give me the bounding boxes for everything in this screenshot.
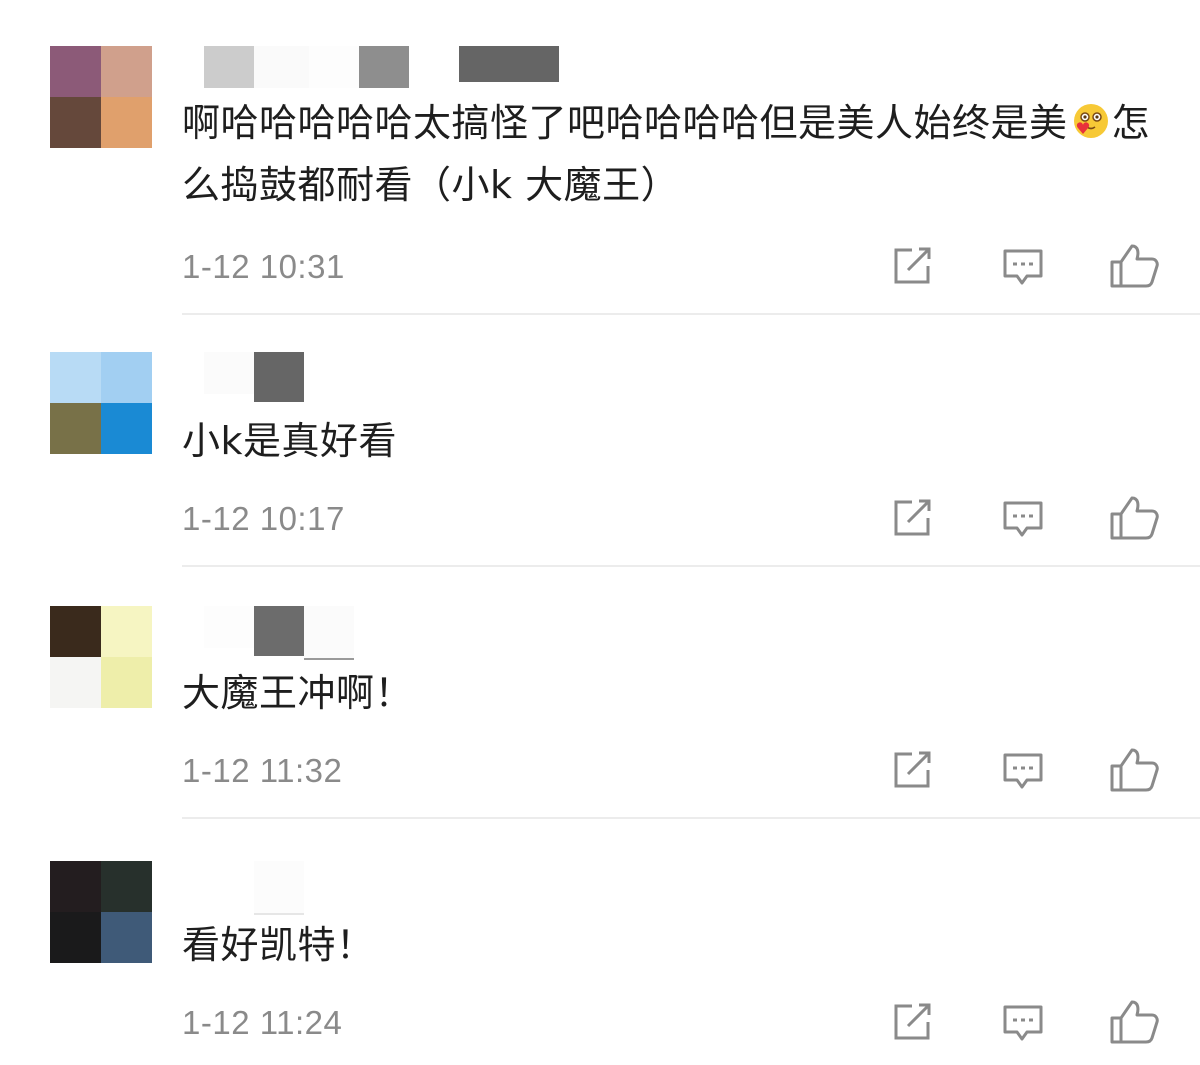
comment-text: 啊哈哈哈哈哈太搞怪了吧哈哈哈哈但是美人始终是美 怎么捣鼓都耐看（小k 大魔王） <box>182 92 1172 216</box>
comment-text-part: 啊哈哈哈哈哈太搞怪了吧哈哈哈哈但是美人始终是美 <box>182 101 1068 145</box>
comment-time: 1-12 11:32 <box>182 752 343 789</box>
avatar-tile <box>101 912 152 963</box>
comment-icon <box>1003 249 1043 285</box>
comment-actions <box>885 746 1175 794</box>
comment-time: 1-12 11:24 <box>182 1004 343 1041</box>
like-button[interactable] <box>1108 242 1163 292</box>
avatar-tile <box>50 861 101 912</box>
comment-actions <box>885 998 1175 1046</box>
comment-actions <box>885 242 1175 290</box>
comment-list: 啊哈哈哈哈哈太搞怪了吧哈哈哈哈但是美人始终是美 怎么捣鼓都耐看（小k 大魔王） … <box>0 0 1200 1065</box>
avatar[interactable] <box>50 861 152 963</box>
username-redacted[interactable] <box>182 352 304 402</box>
avatar[interactable] <box>50 46 152 148</box>
share-icon <box>894 247 931 284</box>
thumbs-up-icon <box>1110 748 1159 792</box>
avatar-tile <box>50 97 101 148</box>
share-icon <box>894 1003 931 1040</box>
comment-icon <box>1003 1005 1043 1041</box>
comment-text: 大魔王冲啊！ <box>182 671 414 715</box>
like-button[interactable] <box>1108 494 1163 544</box>
comment-button[interactable] <box>998 998 1048 1048</box>
avatar-tile <box>101 606 152 657</box>
comment-text: 看好凯特！ <box>182 923 375 967</box>
like-button[interactable] <box>1108 746 1163 796</box>
thumbs-up-icon <box>1110 244 1159 288</box>
avatar-tile <box>50 352 101 403</box>
comment-button[interactable] <box>998 746 1048 796</box>
avatar-tile <box>101 657 152 708</box>
divider <box>182 313 1200 315</box>
avatar[interactable] <box>50 352 152 454</box>
share-button[interactable] <box>888 746 938 796</box>
thumbs-up-icon <box>1110 496 1159 540</box>
username-redacted[interactable] <box>182 861 304 915</box>
avatar-tile <box>50 403 101 454</box>
avatar-tile <box>101 46 152 97</box>
avatar[interactable] <box>50 606 152 708</box>
share-button[interactable] <box>888 494 938 544</box>
comment-actions <box>885 494 1175 542</box>
smiling-face-with-heart-icon <box>1070 98 1110 138</box>
thumbs-up-icon <box>1110 1000 1159 1044</box>
comment-button[interactable] <box>998 494 1048 544</box>
username-redacted[interactable] <box>182 606 354 660</box>
comment-time: 1-12 10:17 <box>182 500 345 537</box>
avatar-tile <box>101 403 152 454</box>
comment-icon <box>1003 501 1043 537</box>
share-button[interactable] <box>888 998 938 1048</box>
avatar-tile <box>50 46 101 97</box>
avatar-tile <box>101 97 152 148</box>
avatar-tile <box>101 861 152 912</box>
avatar-tile <box>50 912 101 963</box>
comment-time: 1-12 10:31 <box>182 248 345 285</box>
divider <box>182 565 1200 567</box>
share-button[interactable] <box>888 242 938 292</box>
avatar-tile <box>101 352 152 403</box>
comment-button[interactable] <box>998 242 1048 292</box>
share-icon <box>894 499 931 536</box>
comment-text: 小k是真好看 <box>182 419 398 463</box>
username-redacted[interactable] <box>182 46 559 88</box>
avatar-tile <box>50 606 101 657</box>
divider <box>182 817 1200 819</box>
share-icon <box>894 751 931 788</box>
like-button[interactable] <box>1108 998 1163 1048</box>
avatar-tile <box>50 657 101 708</box>
comment-icon <box>1003 753 1043 789</box>
